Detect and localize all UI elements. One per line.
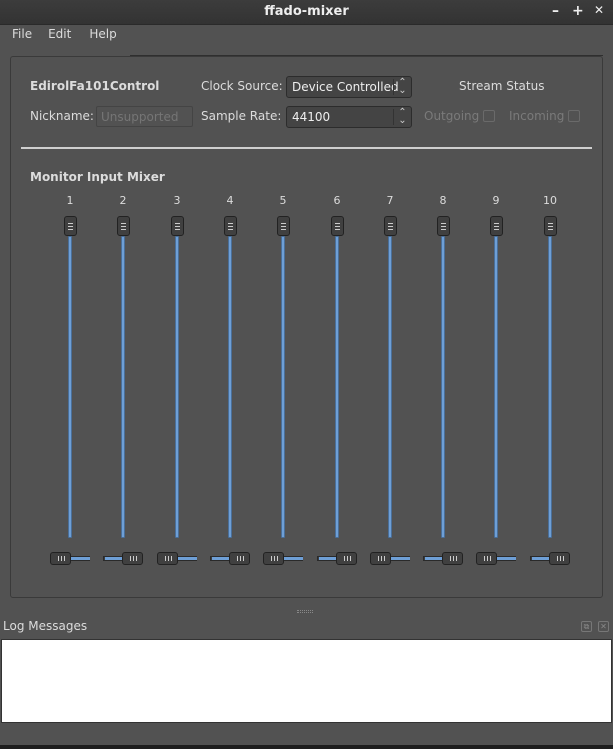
mixer-title: Monitor Input Mixer <box>30 170 165 184</box>
fader-handle[interactable] <box>437 216 450 236</box>
fader-handle[interactable] <box>331 216 344 236</box>
incoming-label: Incoming <box>509 109 565 123</box>
pan-handle[interactable] <box>157 552 178 565</box>
pan-handle[interactable] <box>50 552 71 565</box>
channel-label: 2 <box>119 194 127 207</box>
clock-source-label: Clock Source: <box>201 79 283 93</box>
pan-fill <box>391 557 410 560</box>
sample-rate-label: Sample Rate: <box>201 109 282 123</box>
fader-track[interactable] <box>175 236 179 538</box>
pan-fill <box>71 557 90 560</box>
outgoing-label: Outgoing <box>424 109 480 123</box>
clock-source-value: Device Controlled <box>292 80 399 94</box>
pan-handle[interactable] <box>442 552 463 565</box>
fader-track[interactable] <box>68 236 72 538</box>
pan-handle[interactable] <box>476 552 497 565</box>
updown-icon: ⌃ ⌄ <box>393 108 411 126</box>
pan-fill <box>532 557 549 560</box>
stream-status-label: Stream Status <box>459 79 545 93</box>
fader-handle[interactable] <box>64 216 77 236</box>
menu-edit[interactable]: Edit <box>42 25 77 45</box>
channel-label: 3 <box>173 194 181 207</box>
splitter-handle[interactable] <box>297 610 313 613</box>
float-icon[interactable]: ⧉ <box>581 621 592 632</box>
pan-fill <box>105 557 122 560</box>
channel-label: 7 <box>386 194 394 207</box>
pan-fill <box>212 557 229 560</box>
pan-handle[interactable] <box>336 552 357 565</box>
pan-fill <box>178 557 197 560</box>
fader-handle[interactable] <box>490 216 503 236</box>
channel-label: 9 <box>492 194 500 207</box>
pan-handle[interactable] <box>229 552 250 565</box>
close-dock-icon[interactable]: ✕ <box>598 621 609 632</box>
pan-fill <box>319 557 336 560</box>
channel-label: 5 <box>279 194 287 207</box>
fader-track[interactable] <box>121 236 125 538</box>
window-title: ffado-mixer <box>264 4 349 19</box>
log-messages-area[interactable] <box>1 639 612 723</box>
log-title: Log Messages <box>3 619 88 633</box>
fader-track[interactable] <box>494 236 498 538</box>
sample-rate-select[interactable]: 44100 ⌃ ⌄ <box>286 106 412 128</box>
fader-track[interactable] <box>388 236 392 538</box>
device-name: EdirolFa101Control <box>30 79 160 93</box>
outgoing-checkbox[interactable] <box>483 110 495 122</box>
fader-track[interactable] <box>548 236 552 538</box>
fader-track[interactable] <box>228 236 232 538</box>
pan-fill <box>284 557 303 560</box>
updown-icon: ⌃ ⌄ <box>393 78 411 96</box>
fader-track[interactable] <box>281 236 285 538</box>
menu-help[interactable]: Help <box>83 25 122 45</box>
fader-track[interactable] <box>335 236 339 538</box>
channel-label: 6 <box>333 194 341 207</box>
incoming-checkbox[interactable] <box>568 110 580 122</box>
title-bar[interactable]: ffado-mixer – + ✕ <box>0 0 613 25</box>
menu-file[interactable]: File <box>0 25 38 45</box>
nickname-input[interactable] <box>96 106 193 127</box>
channel-label: 4 <box>226 194 234 207</box>
channel-label: 8 <box>439 194 447 207</box>
pan-fill <box>497 557 516 560</box>
nickname-label: Nickname: <box>30 109 94 123</box>
maximize-button[interactable]: + <box>572 3 584 19</box>
channel-label: 1 <box>66 194 74 207</box>
clock-source-select[interactable]: Device Controlled ⌃ ⌄ <box>286 76 412 98</box>
pan-fill <box>425 557 442 560</box>
fader-handle[interactable] <box>224 216 237 236</box>
fader-handle[interactable] <box>384 216 397 236</box>
pan-handle[interactable] <box>370 552 391 565</box>
fader-handle[interactable] <box>544 216 557 236</box>
pan-handle[interactable] <box>122 552 143 565</box>
sample-rate-value: 44100 <box>292 110 331 124</box>
fader-handle[interactable] <box>117 216 130 236</box>
pan-handle[interactable] <box>263 552 284 565</box>
taskbar <box>0 745 613 749</box>
device-panel <box>10 56 603 598</box>
pan-handle[interactable] <box>549 552 570 565</box>
separator <box>21 147 592 149</box>
channel-label: 10 <box>543 194 557 207</box>
fader-handle[interactable] <box>171 216 184 236</box>
close-button[interactable]: ✕ <box>594 3 604 17</box>
minimize-button[interactable]: – <box>552 3 559 19</box>
fader-track[interactable] <box>441 236 445 538</box>
menu-bar: File Edit Help <box>0 25 613 45</box>
fader-handle[interactable] <box>277 216 290 236</box>
